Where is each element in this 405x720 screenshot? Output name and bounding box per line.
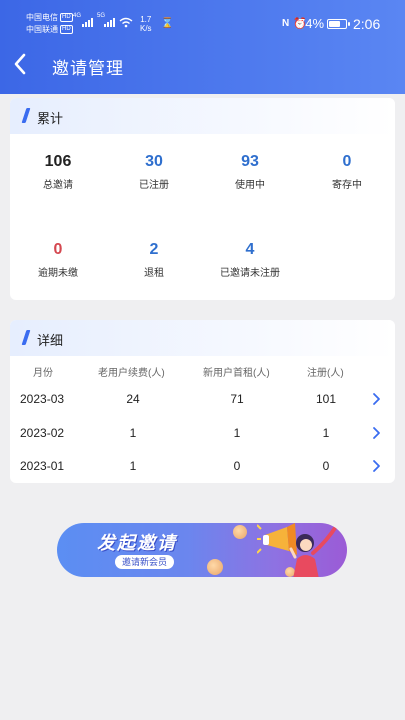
details-title: 详细 bbox=[37, 333, 64, 348]
stat-value: 30 bbox=[145, 153, 163, 170]
cell-month: 2023-01 bbox=[20, 459, 65, 473]
speed-unit: K/s bbox=[140, 24, 152, 33]
stat-returned[interactable]: 2 退租 bbox=[106, 240, 202, 280]
cell-renew: 1 bbox=[129, 426, 137, 440]
network-speed: 1.7 K/s bbox=[140, 15, 152, 33]
stat-in-use[interactable]: 93 使用中 bbox=[202, 152, 298, 192]
battery-percent: 74% bbox=[298, 16, 325, 31]
cell-renew: 24 bbox=[126, 392, 140, 406]
chevron-left-icon bbox=[14, 53, 26, 75]
stat-value: 0 bbox=[53, 241, 63, 258]
status-bar: 中国电信 HD 中国联通 HD 4G 5G 1.7 K/s ⌛ N ⏰ 74% 2:… bbox=[0, 8, 405, 40]
table-row[interactable]: 2023-01 1 0 0 bbox=[10, 450, 395, 483]
stat-invited-unregistered[interactable]: 4 已邀请未注册 bbox=[202, 240, 298, 280]
cell-first-rent: 0 bbox=[233, 459, 241, 473]
cell-register: 0 bbox=[322, 459, 330, 473]
section-marker bbox=[21, 330, 31, 345]
stat-overdue-unpaid[interactable]: 0 逾期未缴 bbox=[10, 240, 106, 280]
stat-label: 退租 bbox=[144, 268, 164, 279]
stat-value: 93 bbox=[241, 153, 259, 170]
stat-label: 逾期未缴 bbox=[38, 268, 78, 279]
stat-stored[interactable]: 0 寄存中 bbox=[299, 152, 395, 192]
app-header: 中国电信 HD 中国联通 HD 4G 5G 1.7 K/s ⌛ N ⏰ 74% 2:… bbox=[0, 0, 405, 94]
network-type-1: 4G bbox=[73, 13, 82, 19]
signal-icon bbox=[104, 18, 115, 27]
chevron-right-icon[interactable] bbox=[371, 426, 381, 440]
stat-registered[interactable]: 30 已注册 bbox=[106, 152, 202, 192]
section-marker bbox=[21, 108, 31, 123]
cell-register: 1 bbox=[322, 426, 330, 440]
signal-icon bbox=[82, 18, 93, 27]
stat-label: 已邀请未注册 bbox=[220, 268, 280, 279]
cell-month: 2023-03 bbox=[20, 392, 65, 406]
coin-decoration bbox=[207, 559, 223, 575]
stat-value: 0 bbox=[342, 153, 352, 170]
column-header-month: 月份 bbox=[33, 368, 53, 379]
banner-slogan: 发起邀请 bbox=[97, 533, 177, 553]
details-card: 详细 月份 老用户续费(人) 新用户首租(人) 注册(人) 2023-03 24… bbox=[10, 320, 395, 483]
cell-first-rent: 71 bbox=[230, 392, 244, 406]
battery-icon bbox=[327, 19, 350, 29]
invite-banner[interactable]: 发起邀请 邀请新会员 bbox=[57, 523, 347, 577]
column-header-renew: 老用户续费(人) bbox=[98, 368, 165, 379]
stat-label: 已注册 bbox=[139, 180, 169, 191]
coin-decoration bbox=[233, 525, 247, 539]
battery-fill bbox=[329, 21, 341, 27]
carrier-2: 中国联通 bbox=[26, 25, 58, 34]
summary-card-header: 累计 bbox=[10, 98, 395, 134]
cell-renew: 1 bbox=[129, 459, 137, 473]
stat-total-invites[interactable]: 106 总邀请 bbox=[10, 152, 106, 192]
stat-label: 寄存中 bbox=[332, 180, 362, 191]
stat-value: 2 bbox=[149, 241, 159, 258]
cell-first-rent: 1 bbox=[233, 426, 241, 440]
stat-value: 4 bbox=[245, 241, 255, 258]
chevron-right-icon[interactable] bbox=[371, 392, 381, 406]
page-title: 邀请管理 bbox=[52, 59, 124, 78]
stat-label: 使用中 bbox=[235, 180, 265, 191]
summary-card: 累计 106 总邀请 30 已注册 93 使用中 0 寄存中 0 逾期未缴 2 … bbox=[10, 98, 395, 300]
stat-label: 总邀请 bbox=[43, 180, 73, 191]
chevron-right-icon[interactable] bbox=[371, 459, 381, 473]
summary-title: 累计 bbox=[37, 111, 64, 126]
megaphone-girl-illustration bbox=[257, 523, 339, 577]
table-row[interactable]: 2023-02 1 1 1 bbox=[10, 417, 395, 450]
back-button[interactable] bbox=[10, 51, 32, 77]
hourglass-icon: ⌛ bbox=[161, 18, 174, 29]
column-header-first-rent: 新用户首租(人) bbox=[203, 368, 270, 379]
table-row[interactable]: 2023-03 24 71 101 bbox=[10, 383, 395, 416]
carrier-1: 中国电信 bbox=[26, 13, 58, 22]
carrier-info: 中国电信 HD 中国联通 HD bbox=[26, 12, 73, 36]
details-card-header: 详细 bbox=[10, 320, 395, 356]
speed-value: 1.7 bbox=[140, 15, 152, 24]
cell-month: 2023-02 bbox=[20, 426, 65, 440]
hd-badge: HD bbox=[60, 25, 73, 35]
wifi-icon bbox=[119, 17, 133, 28]
column-header-register: 注册(人) bbox=[307, 368, 344, 379]
hd-badge: HD bbox=[60, 13, 73, 23]
nfc-icon: N bbox=[282, 18, 290, 29]
banner-subtitle: 邀请新会员 bbox=[115, 555, 175, 569]
cell-register: 101 bbox=[315, 392, 337, 406]
stat-value: 106 bbox=[44, 153, 72, 170]
clock: 2:06 bbox=[353, 16, 381, 32]
